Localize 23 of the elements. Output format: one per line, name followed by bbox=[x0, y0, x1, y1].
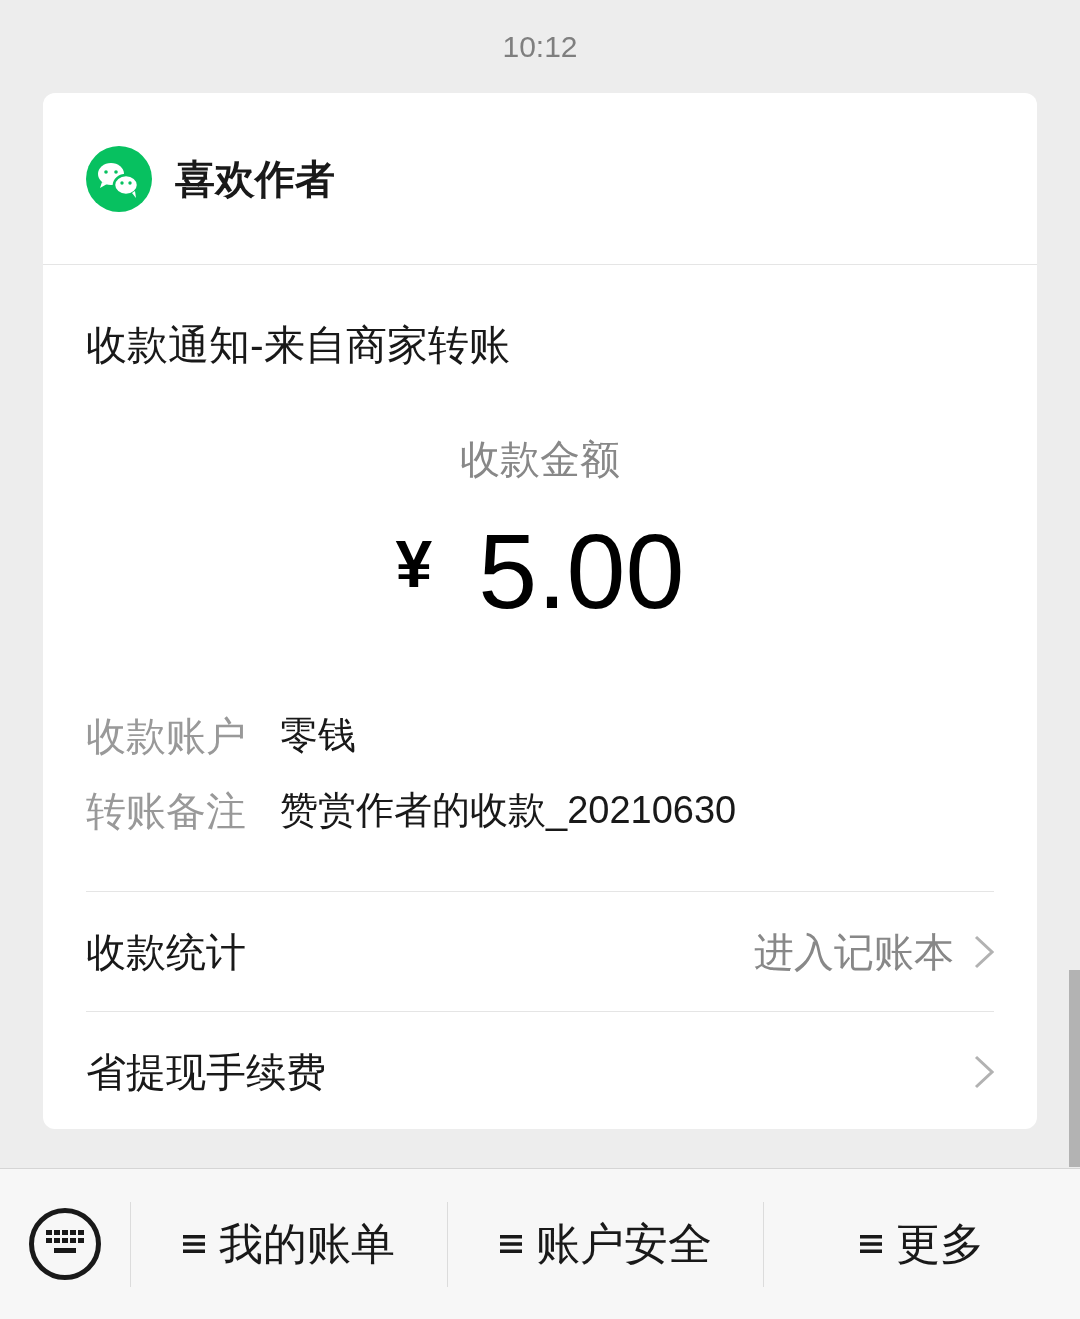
menu-button[interactable]: 账户安全 bbox=[499, 1217, 712, 1271]
notification-title: 收款通知-来自商家转账 bbox=[86, 321, 511, 370]
detail-value: 赞赏作者的收款_20210630 bbox=[280, 788, 737, 834]
amount-value: 5.00 bbox=[478, 518, 685, 625]
detail-label: 收款账户 bbox=[86, 713, 247, 761]
sender-name: 喜欢作者 bbox=[175, 155, 335, 203]
keyboard-icon[interactable] bbox=[29, 1208, 101, 1280]
chevron-right-icon[interactable] bbox=[974, 1054, 994, 1089]
action-link[interactable]: 进入记账本 bbox=[754, 927, 954, 976]
menu-icon bbox=[182, 1234, 205, 1254]
timestamp: 10:12 bbox=[502, 31, 578, 62]
menu-button[interactable]: 更多 bbox=[860, 1217, 985, 1271]
menu-icon bbox=[860, 1234, 883, 1254]
row-label[interactable]: 收款统计 bbox=[86, 927, 246, 976]
detail-label: 转账备注 bbox=[86, 788, 247, 836]
menu-icon bbox=[499, 1234, 522, 1254]
amount-label: 收款金额 bbox=[460, 436, 620, 484]
menu-button[interactable]: 我的账单 bbox=[182, 1217, 395, 1271]
row-label[interactable]: 省提现手续费 bbox=[86, 1047, 326, 1096]
currency-symbol: ¥ bbox=[395, 531, 433, 598]
detail-value: 零钱 bbox=[280, 713, 356, 759]
chat-app-logo-icon bbox=[86, 145, 152, 212]
chevron-right-icon[interactable] bbox=[974, 934, 994, 969]
